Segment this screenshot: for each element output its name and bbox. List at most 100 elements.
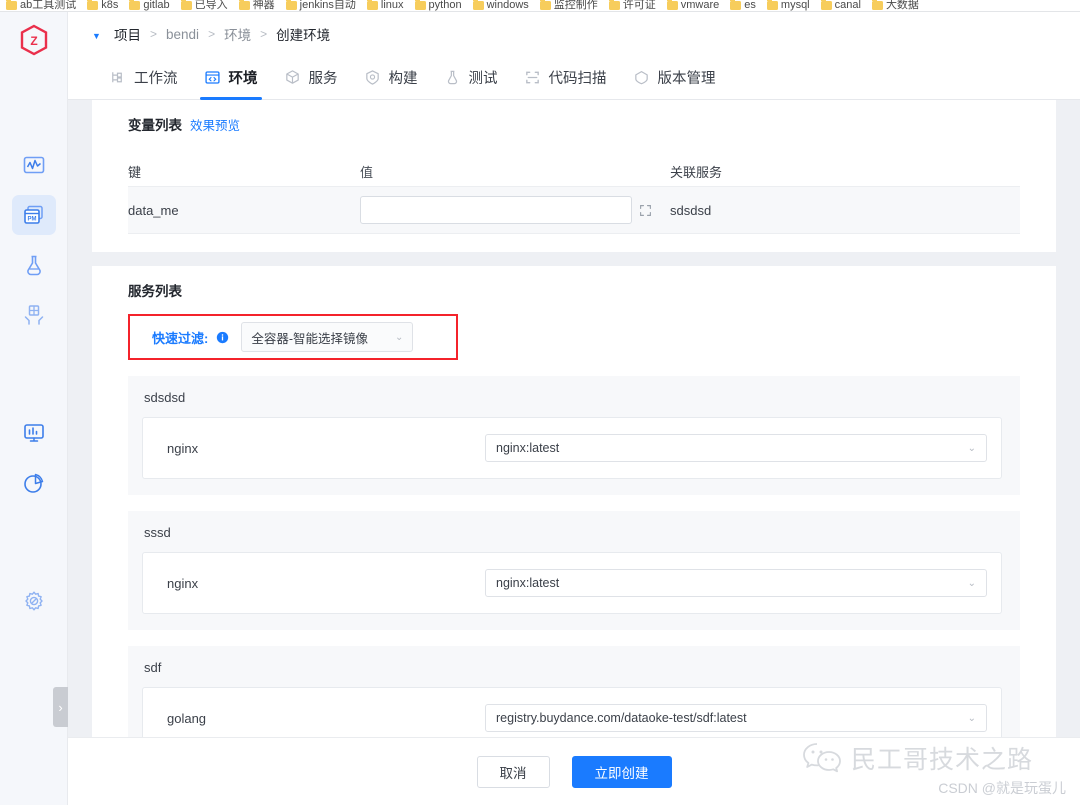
bookmark-item[interactable]: linux [366, 0, 404, 11]
image-select[interactable]: registry.buydance.com/dataoke-test/sdf:l… [485, 704, 987, 732]
bookmark-item[interactable]: vmware [666, 0, 720, 11]
code-window-icon [204, 71, 220, 84]
chevron-down-icon: ⌄ [967, 712, 976, 724]
quick-filter-select[interactable]: 全容器-智能选择镜像 ⌄ [241, 322, 414, 352]
expand-icon[interactable] [639, 204, 652, 217]
bookmark-label: windows [486, 0, 529, 11]
browser-bookmark-bar: ab工具测试 k8s gitlab 已导入 神器 jenkins自动 linux python… [0, 0, 1080, 12]
bookmark-item[interactable]: 神器 [238, 0, 275, 11]
tab-0[interactable]: 工作流 [96, 56, 191, 100]
container-name: nginx [167, 575, 199, 591]
tab-2[interactable]: 服务 [271, 56, 351, 100]
version-tag-icon [634, 71, 648, 85]
folder-icon [871, 0, 883, 10]
bookmark-item[interactable]: 大数据 [871, 0, 919, 11]
column-header-value: 值 [360, 164, 374, 180]
variable-related-service: sdsdsd [670, 202, 712, 218]
sidebar-collapse-handle[interactable]: › [53, 687, 68, 727]
variable-value-input[interactable] [360, 196, 632, 224]
sidebar-item-dashboard[interactable] [12, 413, 56, 453]
info-icon[interactable] [216, 331, 229, 344]
z-logo[interactable]: Z [19, 24, 49, 61]
sidebar-item-lab[interactable] [12, 245, 56, 285]
left-icon-rail: Z PM › [0, 12, 68, 805]
cancel-button[interactable]: 取消 [476, 755, 550, 788]
variable-table-header: 键 值 关联服务 [128, 156, 1020, 186]
sidebar-item-analytics[interactable] [12, 463, 56, 503]
container-row: nginx nginx:latest ⌄ [142, 552, 1002, 614]
svg-text:Z: Z [30, 34, 37, 48]
folder-icon [539, 0, 551, 10]
workflow-icon [112, 72, 122, 83]
folder-icon [366, 0, 378, 10]
folder-icon [472, 0, 484, 10]
container-row: golang registry.buydance.com/dataoke-test… [142, 687, 1002, 737]
bookmark-item[interactable]: windows [472, 0, 529, 11]
sidebar-item-settings[interactable] [12, 581, 56, 621]
tab-label: 测试 [468, 71, 498, 87]
quick-filter-label: 快速过滤: [152, 330, 209, 346]
cube-icon [285, 70, 299, 84]
bookmark-label: 监控制作 [553, 0, 598, 11]
image-select[interactable]: nginx:latest ⌄ [485, 434, 987, 462]
tab-4[interactable]: 测试 [431, 56, 511, 100]
breadcrumb-item-env[interactable]: 环境 [224, 24, 251, 44]
image-select[interactable]: nginx:latest ⌄ [485, 569, 987, 597]
tab-6[interactable]: 版本管理 [620, 56, 729, 100]
bookmark-item[interactable]: canal [820, 0, 861, 11]
bookmark-item[interactable]: 许可证 [608, 0, 656, 11]
app-root: ab工具测试 k8s gitlab 已导入 神器 jenkins自动 linux python… [0, 0, 1080, 805]
monitor-bars-icon [23, 424, 44, 442]
bookmark-item[interactable]: es [730, 0, 756, 11]
bookmark-item[interactable]: python [414, 0, 462, 11]
variable-list-header: 变量列表 效果预览 [128, 114, 1020, 134]
tab-label: 代码扫描 [548, 71, 607, 87]
bookmark-label: python [428, 0, 462, 11]
wave-chart-icon [23, 156, 44, 174]
folder-icon [180, 0, 192, 10]
pm-windows-icon: PM [23, 205, 43, 224]
service-name: sssd [144, 525, 171, 540]
folder-icon [820, 0, 832, 10]
variable-value-cell [360, 196, 670, 224]
breadcrumb-caret-icon[interactable]: ▼ [92, 31, 101, 41]
bookmark-item[interactable]: mysql [766, 0, 810, 11]
image-value: nginx:latest [496, 576, 560, 590]
folder-icon [414, 0, 426, 10]
bookmark-item[interactable]: ab工具测试 [6, 0, 76, 11]
bookmark-item[interactable]: 监控制作 [539, 0, 598, 11]
tab-5[interactable]: 代码扫描 [511, 56, 620, 100]
folder-icon [6, 0, 17, 10]
breadcrumb-separator: > [208, 27, 216, 41]
service-list-card: 服务列表 快速过滤: 全容器-智能选择镜像 ⌄ sdsdsd nginx nginx… [92, 266, 1056, 737]
bookmark-label: 已导入 [194, 0, 228, 11]
service-list-title: 服务列表 [128, 284, 182, 299]
bookmark-item[interactable]: 已导入 [180, 0, 228, 11]
chevron-down-icon: ⌄ [967, 442, 976, 454]
variable-list-card: 变量列表 效果预览 键 值 关联服务 data_me sdsdsd [92, 100, 1056, 252]
tab-active-1[interactable]: 环境 [191, 56, 271, 100]
column-header-service: 关联服务 [670, 164, 723, 180]
sidebar-item-delivery[interactable] [12, 295, 56, 335]
sidebar-item-pm[interactable]: PM [11, 195, 56, 235]
sidebar-item-monitoring[interactable] [12, 145, 56, 185]
service-list-header: 服务列表 [128, 280, 1020, 300]
bookmark-label: 大数据 [885, 0, 919, 11]
bookmark-item[interactable]: gitlab [129, 0, 170, 11]
bookmark-label: es [744, 0, 756, 11]
create-button[interactable]: 立即创建 [571, 755, 672, 788]
breadcrumb-item-project[interactable]: 项目 [114, 24, 141, 44]
preview-link[interactable]: 效果预览 [190, 115, 240, 134]
breadcrumb-separator: > [260, 27, 268, 41]
bookmark-item[interactable]: k8s [87, 0, 118, 11]
folder-icon [129, 0, 141, 10]
bookmark-item[interactable]: jenkins自动 [285, 0, 356, 11]
bookmark-label: linux [380, 0, 404, 11]
svg-text:PM: PM [27, 217, 36, 223]
breadcrumb-item-bendi[interactable]: bendi [166, 27, 199, 42]
folder-icon [766, 0, 778, 10]
tab-3[interactable]: 构建 [351, 56, 431, 100]
bookmark-label: 许可证 [622, 0, 656, 11]
bookmark-label: k8s [101, 0, 119, 11]
bookmark-label: vmware [680, 0, 720, 11]
